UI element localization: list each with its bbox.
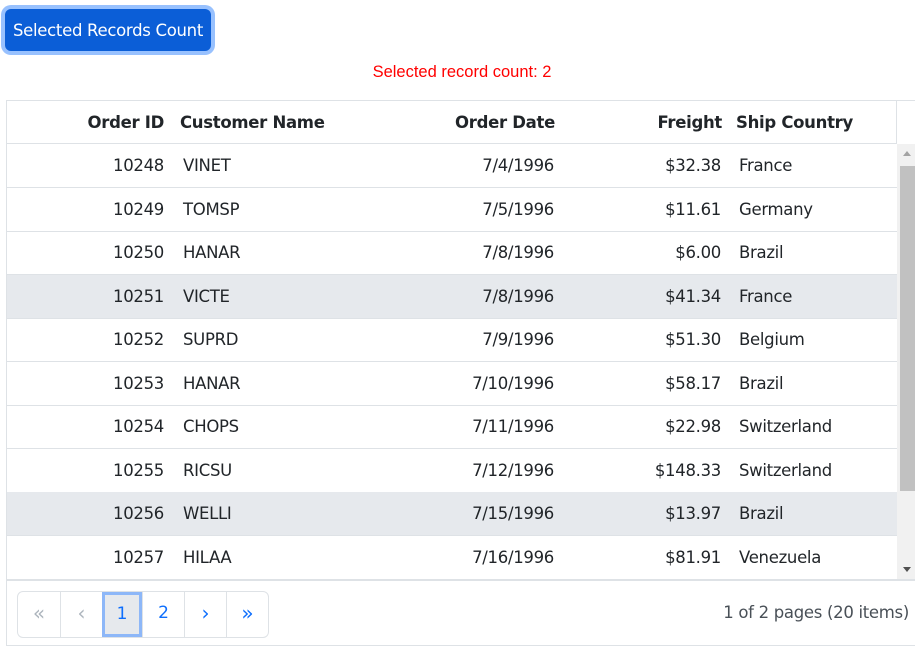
cell-freight: $22.98 (665, 417, 721, 436)
grid-pager: « ‹ 1 2 › » 1 of 2 pages (20 items) (7, 579, 915, 646)
table-row[interactable]: 10253 HANAR 7/10/1996 $58.17 Brazil (7, 362, 897, 406)
table-row[interactable]: 10252 SUPRD 7/9/1996 $51.30 Belgium (7, 318, 897, 362)
cell-order-id: 10256 (113, 504, 164, 523)
cell-order-date: 7/11/1996 (472, 417, 554, 436)
cell-freight: $51.30 (665, 330, 721, 349)
column-header-ship-country[interactable]: Ship Country (736, 101, 896, 144)
cell-ship-country: France (739, 286, 793, 306)
cell-ship-country: Belgium (739, 330, 805, 349)
cell-ship-country: Germany (739, 199, 813, 219)
data-grid: Order ID Customer Name Order Date Freigh… (6, 100, 915, 646)
cell-freight: $41.34 (665, 286, 721, 306)
column-header-customer-name[interactable]: Customer Name (180, 101, 380, 144)
cell-customer-name: TOMSP (183, 199, 240, 219)
cell-order-id: 10257 (113, 547, 164, 567)
cell-freight: $81.91 (665, 547, 721, 567)
table-row[interactable]: 10254 CHOPS 7/11/1996 $22.98 Switzerland (7, 405, 897, 449)
cell-order-id: 10248 (113, 156, 164, 175)
cell-ship-country: Brazil (739, 243, 784, 262)
cell-ship-country: Brazil (739, 373, 784, 393)
header-scrollbar-spacer (897, 101, 915, 144)
cell-customer-name: WELLI (183, 504, 232, 523)
cell-customer-name: HANAR (183, 373, 241, 393)
cell-ship-country: France (739, 156, 793, 175)
column-header-order-date[interactable]: Order Date (387, 101, 555, 144)
cell-order-date: 7/10/1996 (472, 373, 554, 393)
cell-freight: $13.97 (665, 504, 721, 523)
cell-customer-name: HILAA (183, 547, 232, 567)
cell-order-id: 10255 (113, 460, 164, 480)
column-header-order-id[interactable]: Order ID (7, 101, 165, 144)
column-header-freight[interactable]: Freight (567, 101, 722, 144)
cell-ship-country: Switzerland (739, 460, 832, 480)
cell-order-id: 10249 (113, 199, 164, 219)
grid-header: Order ID Customer Name Order Date Freigh… (7, 101, 897, 144)
cell-ship-country: Brazil (739, 504, 784, 523)
cell-customer-name: SUPRD (183, 330, 239, 349)
cell-order-date: 7/4/1996 (482, 156, 554, 175)
selected-records-count-button[interactable]: Selected Records Count (5, 9, 211, 51)
cell-order-date: 7/12/1996 (472, 460, 554, 480)
table-row[interactable]: 10255 RICSU 7/12/1996 $148.33 Switzerland (7, 449, 897, 493)
pagination: « ‹ 1 2 › » (17, 591, 269, 638)
cell-order-id: 10253 (113, 373, 164, 393)
cell-freight: $32.38 (665, 156, 721, 175)
next-page-icon[interactable]: › (184, 592, 226, 637)
cell-customer-name: CHOPS (183, 417, 239, 436)
cell-order-date: 7/16/1996 (472, 547, 554, 567)
cell-order-date: 7/5/1996 (482, 199, 554, 219)
scroll-down-arrow-icon[interactable] (897, 559, 915, 579)
table-row[interactable]: 10250 HANAR 7/8/1996 $6.00 Brazil (7, 231, 897, 275)
page-1-button[interactable]: 1 (102, 592, 142, 637)
table-row[interactable]: 10256 WELLI 7/15/1996 $13.97 Brazil (7, 492, 897, 536)
table-row[interactable]: 10257 HILAA 7/16/1996 $81.91 Venezuela (7, 536, 897, 579)
cell-customer-name: VINET (183, 156, 231, 175)
cell-customer-name: VICTE (183, 286, 230, 306)
cell-ship-country: Switzerland (739, 417, 832, 436)
grid-body: 10248 VINET 7/4/1996 $32.38 France 10249 TOMSP… (7, 144, 915, 579)
cell-order-date: 7/8/1996 (482, 243, 554, 262)
cell-order-date: 7/8/1996 (482, 286, 554, 306)
cell-customer-name: HANAR (183, 243, 241, 262)
cell-order-date: 7/9/1996 (482, 330, 554, 349)
cell-freight: $148.33 (654, 460, 721, 480)
cell-order-id: 10250 (113, 243, 164, 262)
cell-ship-country: Venezuela (739, 547, 822, 567)
cell-freight: $58.17 (665, 373, 721, 393)
page-2-button[interactable]: 2 (142, 592, 184, 637)
cell-customer-name: RICSU (183, 460, 232, 480)
table-row[interactable]: 10249 TOMSP 7/5/1996 $11.61 Germany (7, 188, 897, 232)
page-info: 1 of 2 pages (20 items) (723, 603, 909, 622)
cell-order-date: 7/15/1996 (472, 504, 554, 523)
cell-order-id: 10254 (113, 417, 164, 436)
selected-count-message: Selected record count: 2 (372, 63, 552, 81)
vertical-scrollbar[interactable] (897, 144, 915, 579)
previous-page-icon[interactable]: ‹ (60, 592, 102, 637)
scroll-up-arrow-icon[interactable] (897, 144, 915, 164)
table-row[interactable]: 10248 VINET 7/4/1996 $32.38 France (7, 144, 897, 188)
scrollbar-thumb[interactable] (900, 166, 915, 491)
cell-order-id: 10252 (113, 330, 164, 349)
table-row[interactable]: 10251 VICTE 7/8/1996 $41.34 France (7, 274, 897, 319)
cell-freight: $11.61 (665, 199, 721, 219)
first-page-icon[interactable]: « (18, 592, 60, 637)
cell-freight: $6.00 (675, 243, 721, 262)
cell-order-id: 10251 (113, 286, 164, 306)
last-page-icon[interactable]: » (226, 592, 268, 637)
